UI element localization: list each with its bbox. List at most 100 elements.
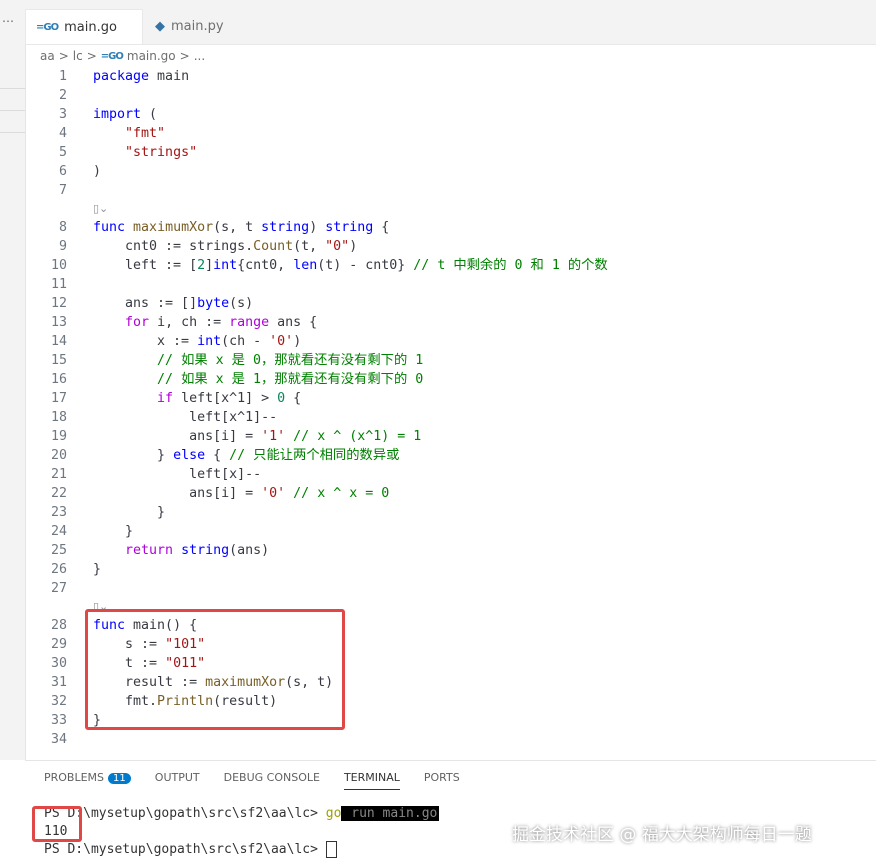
code-line: 25 return string(ans) <box>25 541 876 560</box>
line-number: 11 <box>50 277 67 292</box>
code-line: 5 "strings" <box>25 143 876 162</box>
tab-main-py[interactable]: ◆ main.py <box>145 9 257 44</box>
code-line: 7 <box>25 181 876 200</box>
line-number: 7 <box>58 183 67 198</box>
code-line: 22 ans[i] = '0' // x ^ x = 0 <box>25 484 876 503</box>
tab-problems[interactable]: PROBLEMS 11 <box>44 771 131 790</box>
watermark: 掘金技术社区 @ 福大大架构师每日一题 <box>512 825 812 845</box>
code-line: 26} <box>25 560 876 579</box>
line-number: 18 <box>50 410 67 425</box>
code-line: 4 "fmt" <box>25 124 876 143</box>
code-text: // 如果 x 是 1，那就看还有没有剩下的 0 <box>157 372 424 387</box>
tab-main-go[interactable]: =GO main.go <box>25 9 143 44</box>
codelens-row[interactable]: ▯⌄ <box>25 200 876 218</box>
code-text: left[x^1]-- <box>93 410 278 425</box>
line-number: 21 <box>50 467 67 482</box>
line-number: 6 <box>58 164 67 179</box>
line-number: 34 <box>50 732 67 747</box>
sidebar-divider <box>0 132 25 133</box>
terminal-prompt: PS D:\mysetup\gopath\src\sf2\aa\lc> <box>44 842 326 857</box>
code-line: 10 left := [2]int{cnt0, len(t) - cnt0} /… <box>25 256 876 275</box>
line-number: 8 <box>58 220 67 235</box>
code-text: "strings" <box>125 145 198 160</box>
terminal-line[interactable]: PS D:\mysetup\gopath\src\sf2\aa\lc> <box>44 841 337 858</box>
line-number: 10 <box>50 258 67 273</box>
code-line: 13 for i, ch := range ans { <box>25 313 876 332</box>
code-text: ) <box>93 164 102 179</box>
line-number: 29 <box>50 637 67 652</box>
line-number: 28 <box>50 618 67 633</box>
line-number: 32 <box>50 694 67 709</box>
highlight-box <box>32 806 82 842</box>
line-number: 26 <box>50 562 67 577</box>
go-file-icon: =GO <box>100 50 124 62</box>
code-text: package main <box>93 69 190 84</box>
code-line: 1 package main <box>25 67 876 86</box>
tab-label: main.py <box>171 19 224 34</box>
more-icon[interactable]: ⋯ <box>2 14 14 28</box>
code-text: func maximumXor(s, t string) string { <box>93 220 390 235</box>
line-number: 17 <box>50 391 67 406</box>
bottom-panel: PROBLEMS 11 OUTPUT DEBUG CONSOLE TERMINAL… <box>25 760 876 863</box>
line-number: 3 <box>58 107 67 122</box>
code-line: 2 <box>25 86 876 105</box>
terminal-line: PS D:\mysetup\gopath\src\sf2\aa\lc> go r… <box>44 806 440 821</box>
code-line: 9 cnt0 := strings.Count(t, "0") <box>25 237 876 256</box>
code-text: cnt0 := strings.Count(t, "0") <box>93 239 358 254</box>
terminal-command-args: run main.go <box>341 806 440 821</box>
terminal-command: go <box>325 806 342 821</box>
code-text: x := int(ch - '0') <box>93 334 302 349</box>
line-number: 30 <box>50 656 67 671</box>
terminal-cursor <box>325 841 337 858</box>
code-text: } <box>93 524 134 539</box>
code-line: 17 if left[x^1] > 0 { <box>25 389 876 408</box>
breadcrumb-item[interactable]: main.go <box>127 49 176 63</box>
line-number: 22 <box>50 486 67 501</box>
tab-output[interactable]: OUTPUT <box>155 771 200 790</box>
python-file-icon: ◆ <box>155 19 165 34</box>
code-text: } <box>93 562 102 577</box>
code-line: 12 ans := []byte(s) <box>25 294 876 313</box>
line-number: 12 <box>50 296 67 311</box>
code-line: 16 // 如果 x 是 1，那就看还有没有剩下的 0 <box>25 370 876 389</box>
tab-terminal[interactable]: TERMINAL <box>343 771 400 790</box>
line-number: 2 <box>58 88 67 103</box>
tab-ports[interactable]: PORTS <box>424 771 460 790</box>
code-line: 23 } <box>25 503 876 522</box>
chevron-right-icon: > <box>58 49 69 63</box>
line-number: 20 <box>50 448 67 463</box>
highlight-box <box>85 609 345 730</box>
line-number: 33 <box>50 713 67 728</box>
code-text: // 如果 x 是 0，那就看还有没有剩下的 1 <box>157 353 424 368</box>
breadcrumb-item[interactable]: ... <box>194 49 205 63</box>
line-number: 1 <box>58 69 67 84</box>
tab-debug-console[interactable]: DEBUG CONSOLE <box>224 771 320 790</box>
references-lens-icon[interactable]: ▯⌄ <box>93 202 108 215</box>
breadcrumb-item[interactable]: lc <box>73 49 83 63</box>
code-line: 6) <box>25 162 876 181</box>
breadcrumb-item[interactable]: aa <box>40 49 55 63</box>
code-text: ans[i] = '1' // x ^ (x^1) = 1 <box>93 429 422 444</box>
tab-label: main.go <box>64 19 117 35</box>
code-text: "fmt" <box>125 126 166 141</box>
line-number: 27 <box>50 581 67 596</box>
sidebar-divider <box>0 88 25 89</box>
line-number: 31 <box>50 675 67 690</box>
code-text: for i, ch := range ans { <box>125 315 318 330</box>
problems-count-badge: 11 <box>108 773 131 784</box>
code-line: 20 } else { // 只能让两个相同的数异或 <box>25 446 876 465</box>
go-file-icon: =GO <box>36 21 59 33</box>
code-line: 27 <box>25 579 876 598</box>
line-number: 19 <box>50 429 67 444</box>
chevron-right-icon: > <box>86 49 97 63</box>
line-number: 23 <box>50 505 67 520</box>
line-number: 5 <box>58 145 67 160</box>
code-text: ans := []byte(s) <box>93 296 254 311</box>
chevron-right-icon: > <box>179 49 190 63</box>
breadcrumb: aa > lc > =GO main.go > ... <box>40 47 205 65</box>
code-line: 14 x := int(ch - '0') <box>25 332 876 351</box>
terminal-prompt: PS D:\mysetup\gopath\src\sf2\aa\lc> <box>44 806 326 821</box>
code-text: } <box>93 505 166 520</box>
code-line: 18 left[x^1]-- <box>25 408 876 427</box>
code-line: 11 <box>25 275 876 294</box>
